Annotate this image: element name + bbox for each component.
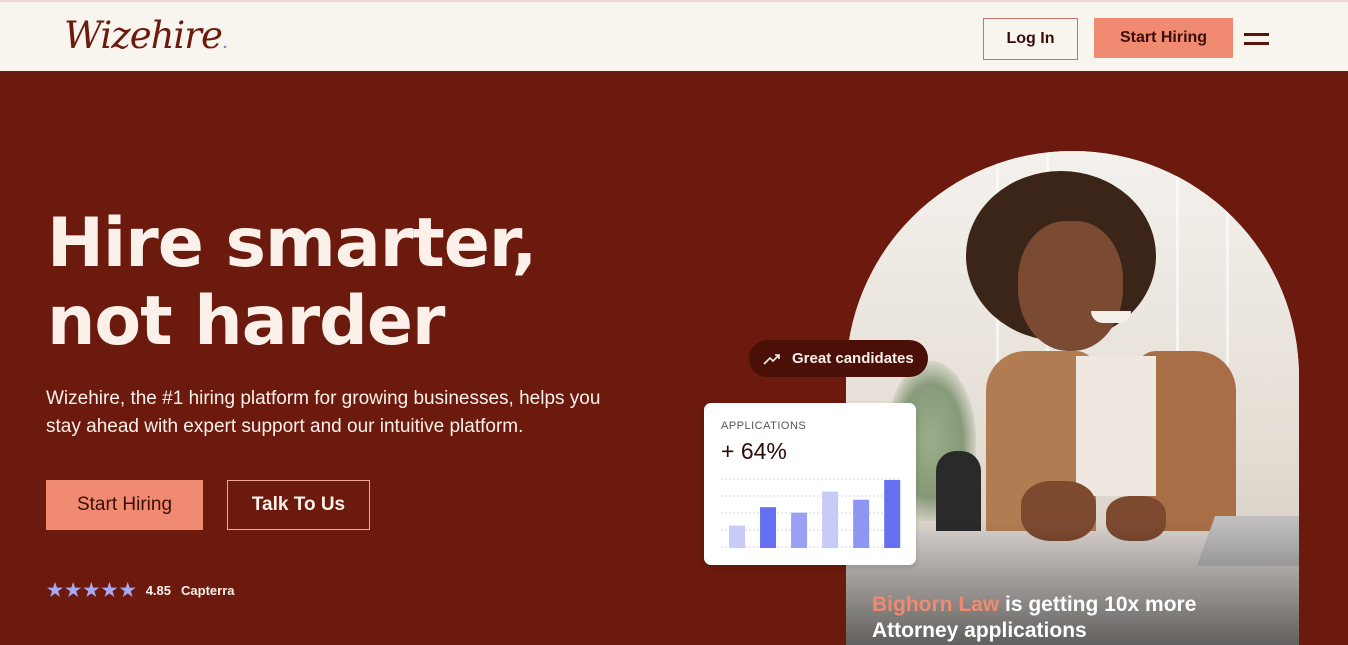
rating-score: 4.85 [145,583,172,598]
talk-to-us-button[interactable]: Talk To Us [227,480,370,530]
chart-bar [760,507,777,548]
hero-photo [846,151,1299,645]
star-icon: ★ [47,580,64,600]
caption-company: Bighorn Law [872,593,1000,616]
capterra-rating: ★ ★ ★ ★ ★ 4.85 Capterra [47,580,234,601]
rating-source: Capterra [181,583,235,598]
logo-dot: . [221,29,228,53]
great-candidates-badge: Great candidates [749,340,928,377]
chart-bar [822,491,839,548]
login-button[interactable]: Log In [983,18,1078,60]
hamburger-menu-icon[interactable] [1244,33,1269,47]
card-value: + 64% [721,438,787,464]
applications-card: APPLICATIONS + 64% [704,403,916,565]
hero-title-line2: not harder [47,282,445,361]
wizehire-logo[interactable]: Wizehire. [64,14,228,57]
hero-title-line1: Hire smarter, [47,204,537,283]
photo-caption: Bighorn Law is getting 10x more Attorney… [872,592,1232,644]
chart-bar [853,499,870,548]
hero-title: Hire smarter, not harder [47,204,537,361]
chart-bar [884,480,901,548]
star-icon: ★ [101,580,118,600]
trending-up-icon [763,353,780,365]
chart-bar [729,525,745,548]
badge-label: Great candidates [792,350,914,367]
site-header: Wizehire. Log In Start Hiring [0,0,1348,71]
chart-bar [791,512,808,548]
star-icon: ★ [119,580,136,600]
applications-bar-chart [721,478,901,548]
logo-text: Wizehire [64,14,223,57]
hero-subtitle: Wizehire, the #1 hiring platform for gro… [46,388,601,437]
hero-start-hiring-button[interactable]: Start Hiring [46,480,203,530]
card-label: APPLICATIONS [721,420,807,432]
star-icon: ★ [83,580,100,600]
star-icon: ★ [65,580,82,600]
header-start-hiring-button[interactable]: Start Hiring [1094,18,1233,58]
